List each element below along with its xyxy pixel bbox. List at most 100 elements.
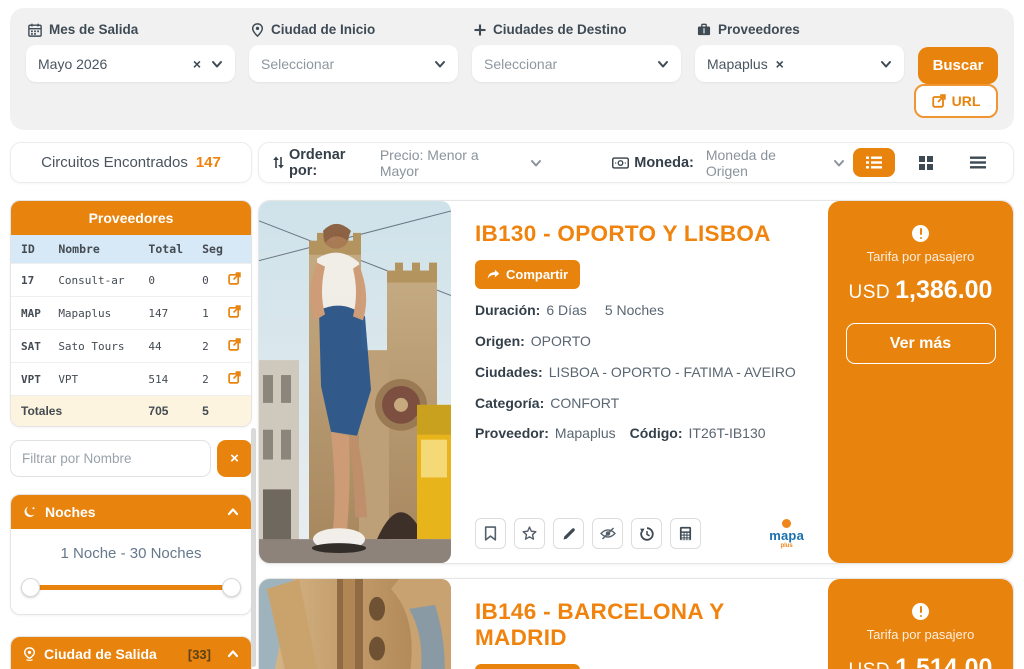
ciudad-inicio-select[interactable]: Seleccionar: [249, 45, 458, 82]
view-grid-button[interactable]: [905, 148, 947, 177]
banknote-icon: [612, 157, 629, 169]
ciudad-salida-panel: Ciudad de Salida [33] LJUBLJANA LONDRES: [10, 636, 252, 669]
view-compact-list-button[interactable]: [957, 148, 999, 177]
filter-label-ciudad-inicio: Ciudad de Inicio: [271, 22, 375, 37]
provider-seg: 1: [196, 297, 217, 330]
filter-group-ciudad-inicio: Ciudad de Inicio Seleccionar: [249, 20, 458, 84]
view-list-detail-button[interactable]: [853, 148, 895, 177]
proveedores-select[interactable]: Mapaplus ×: [695, 45, 904, 82]
provider-name: Mapaplus: [52, 297, 142, 330]
info-exclamation-icon[interactable]: [912, 225, 929, 242]
table-row: SAT Sato Tours 44 2: [11, 330, 251, 363]
results-count-box: Circuitos Encontrados 147: [10, 142, 252, 183]
provider-seg: 2: [196, 330, 217, 363]
filter-label-mes-salida: Mes de Salida: [49, 22, 138, 37]
compartir-button[interactable]: Compartir: [475, 260, 580, 289]
favorite-star-button[interactable]: [514, 518, 545, 549]
sort-select[interactable]: Precio: Menor a Mayor: [376, 147, 542, 179]
tour-card-ib146: IB146 - BARCELONA Y MADRID Compartir Tar…: [258, 578, 1014, 669]
chevron-down-icon: [880, 58, 892, 70]
noches-range-label: 1 Noche - 30 Noches: [21, 545, 241, 562]
name-filter-input[interactable]: [10, 440, 211, 477]
mes-salida-select[interactable]: Mayo 2026 ×: [26, 45, 235, 82]
chevron-down-icon: [211, 58, 223, 70]
results-list: IB130 - OPORTO Y LISBOA Compartir Duraci…: [258, 200, 1014, 669]
price-value: 1,386.00: [895, 276, 992, 304]
currency-select[interactable]: Moneda de Origen: [702, 147, 845, 179]
calendar-icon: [28, 23, 42, 37]
hide-eye-button[interactable]: [592, 518, 623, 549]
tour-search-page: Mes de Salida Mayo 2026 × Ciudad de Inic…: [0, 0, 1024, 669]
calculator-button[interactable]: [670, 518, 701, 549]
totals-seg: 5: [196, 396, 251, 427]
mapaplus-logo: mapa plus: [769, 519, 804, 549]
duracion-line: Duración:6 Días5 Noches: [475, 301, 804, 320]
ciudades-line: Ciudades:LISBOA - OPORTO - FATIMA - AVEI…: [475, 363, 804, 382]
chevron-down-icon: [434, 58, 446, 70]
proveedor-line: Proveedor:MapaplusCódigo:IT26T-IB130: [475, 424, 804, 443]
provider-id: VPT: [11, 363, 52, 396]
chevron-down-icon: [833, 157, 845, 169]
filter-label-proveedores: Proveedores: [718, 22, 800, 37]
ciudad-salida-count: [33]: [188, 647, 211, 662]
clear-name-filter-button[interactable]: ×: [217, 440, 252, 477]
open-provider-icon[interactable]: [218, 297, 251, 330]
ciudad-salida-header[interactable]: Ciudad de Salida [33]: [11, 637, 251, 669]
filter-label-ciudades-destino: Ciudades de Destino: [493, 22, 627, 37]
open-provider-icon[interactable]: [218, 363, 251, 396]
history-button[interactable]: [631, 518, 662, 549]
tarifa-label: Tarifa por pasajero: [867, 627, 975, 642]
info-exclamation-icon[interactable]: [912, 603, 929, 620]
noches-panel: Noches 1 Noche - 30 Noches: [10, 494, 252, 615]
open-provider-icon[interactable]: [218, 330, 251, 363]
tour-card-ib130: IB130 - OPORTO Y LISBOA Compartir Duraci…: [258, 200, 1014, 564]
tour-photo-lisboa: [259, 201, 451, 563]
ciudades-destino-placeholder: Seleccionar: [484, 56, 657, 72]
logo-word: mapa: [769, 529, 804, 542]
ciudades-destino-select[interactable]: Seleccionar: [472, 45, 681, 82]
slider-handle-min[interactable]: [21, 578, 40, 597]
url-button-label: URL: [952, 93, 981, 109]
url-button[interactable]: URL: [914, 84, 998, 118]
open-provider-icon[interactable]: [218, 264, 251, 297]
compartir-button[interactable]: Compartir: [475, 664, 580, 669]
price-currency: USD: [849, 660, 891, 669]
mes-salida-value: Mayo 2026: [38, 56, 193, 72]
slider-handle-max[interactable]: [222, 578, 241, 597]
provider-name: VPT: [52, 363, 142, 396]
remove-proveedor-icon[interactable]: ×: [776, 56, 784, 72]
ver-mas-button[interactable]: Ver más: [846, 323, 996, 364]
bookmark-button[interactable]: [475, 518, 506, 549]
chevron-down-icon: [657, 58, 669, 70]
chevron-up-icon[interactable]: [227, 648, 239, 660]
sidebar-scrollbar[interactable]: [251, 428, 256, 667]
noches-range-slider[interactable]: [21, 578, 241, 596]
filter-group-ciudades-destino: Ciudades de Destino Seleccionar: [472, 20, 681, 84]
filter-group-mes-salida: Mes de Salida Mayo 2026 ×: [26, 20, 235, 84]
compartir-label: Compartir: [506, 267, 568, 282]
sort-value: Precio: Menor a Mayor: [380, 147, 504, 179]
price-line: USD1,386.00: [849, 276, 993, 305]
price-currency: USD: [849, 282, 891, 303]
results-count-value: 147: [196, 154, 221, 171]
provider-name: Consult-ar: [52, 264, 142, 297]
totals-label: Totales: [11, 396, 142, 427]
grid-icon: [919, 156, 933, 170]
origen-line: Origen:OPORTO: [475, 332, 804, 351]
buscar-button[interactable]: Buscar: [918, 47, 998, 84]
tour-title: IB146 - BARCELONA Y MADRID: [475, 599, 804, 651]
tour-card-content: IB146 - BARCELONA Y MADRID Compartir: [451, 579, 828, 669]
chevron-up-icon[interactable]: [227, 506, 239, 518]
card-actions-row: mapa plus: [475, 518, 804, 549]
provider-id: SAT: [11, 330, 52, 363]
plus-icon: [474, 24, 486, 36]
price-panel: Tarifa por pasajero USD1,386.00 Ver más: [828, 201, 1013, 563]
filter-panel: Mes de Salida Mayo 2026 × Ciudad de Inic…: [10, 8, 1014, 130]
clear-mes-icon[interactable]: ×: [193, 56, 201, 72]
list-detail-icon: [866, 156, 882, 169]
tarifa-label: Tarifa por pasajero: [867, 249, 975, 264]
edit-pencil-button[interactable]: [553, 518, 584, 549]
noches-panel-title: Noches: [45, 504, 96, 520]
noches-panel-header[interactable]: Noches: [11, 495, 251, 529]
providers-panel-title: Proveedores: [89, 210, 174, 226]
